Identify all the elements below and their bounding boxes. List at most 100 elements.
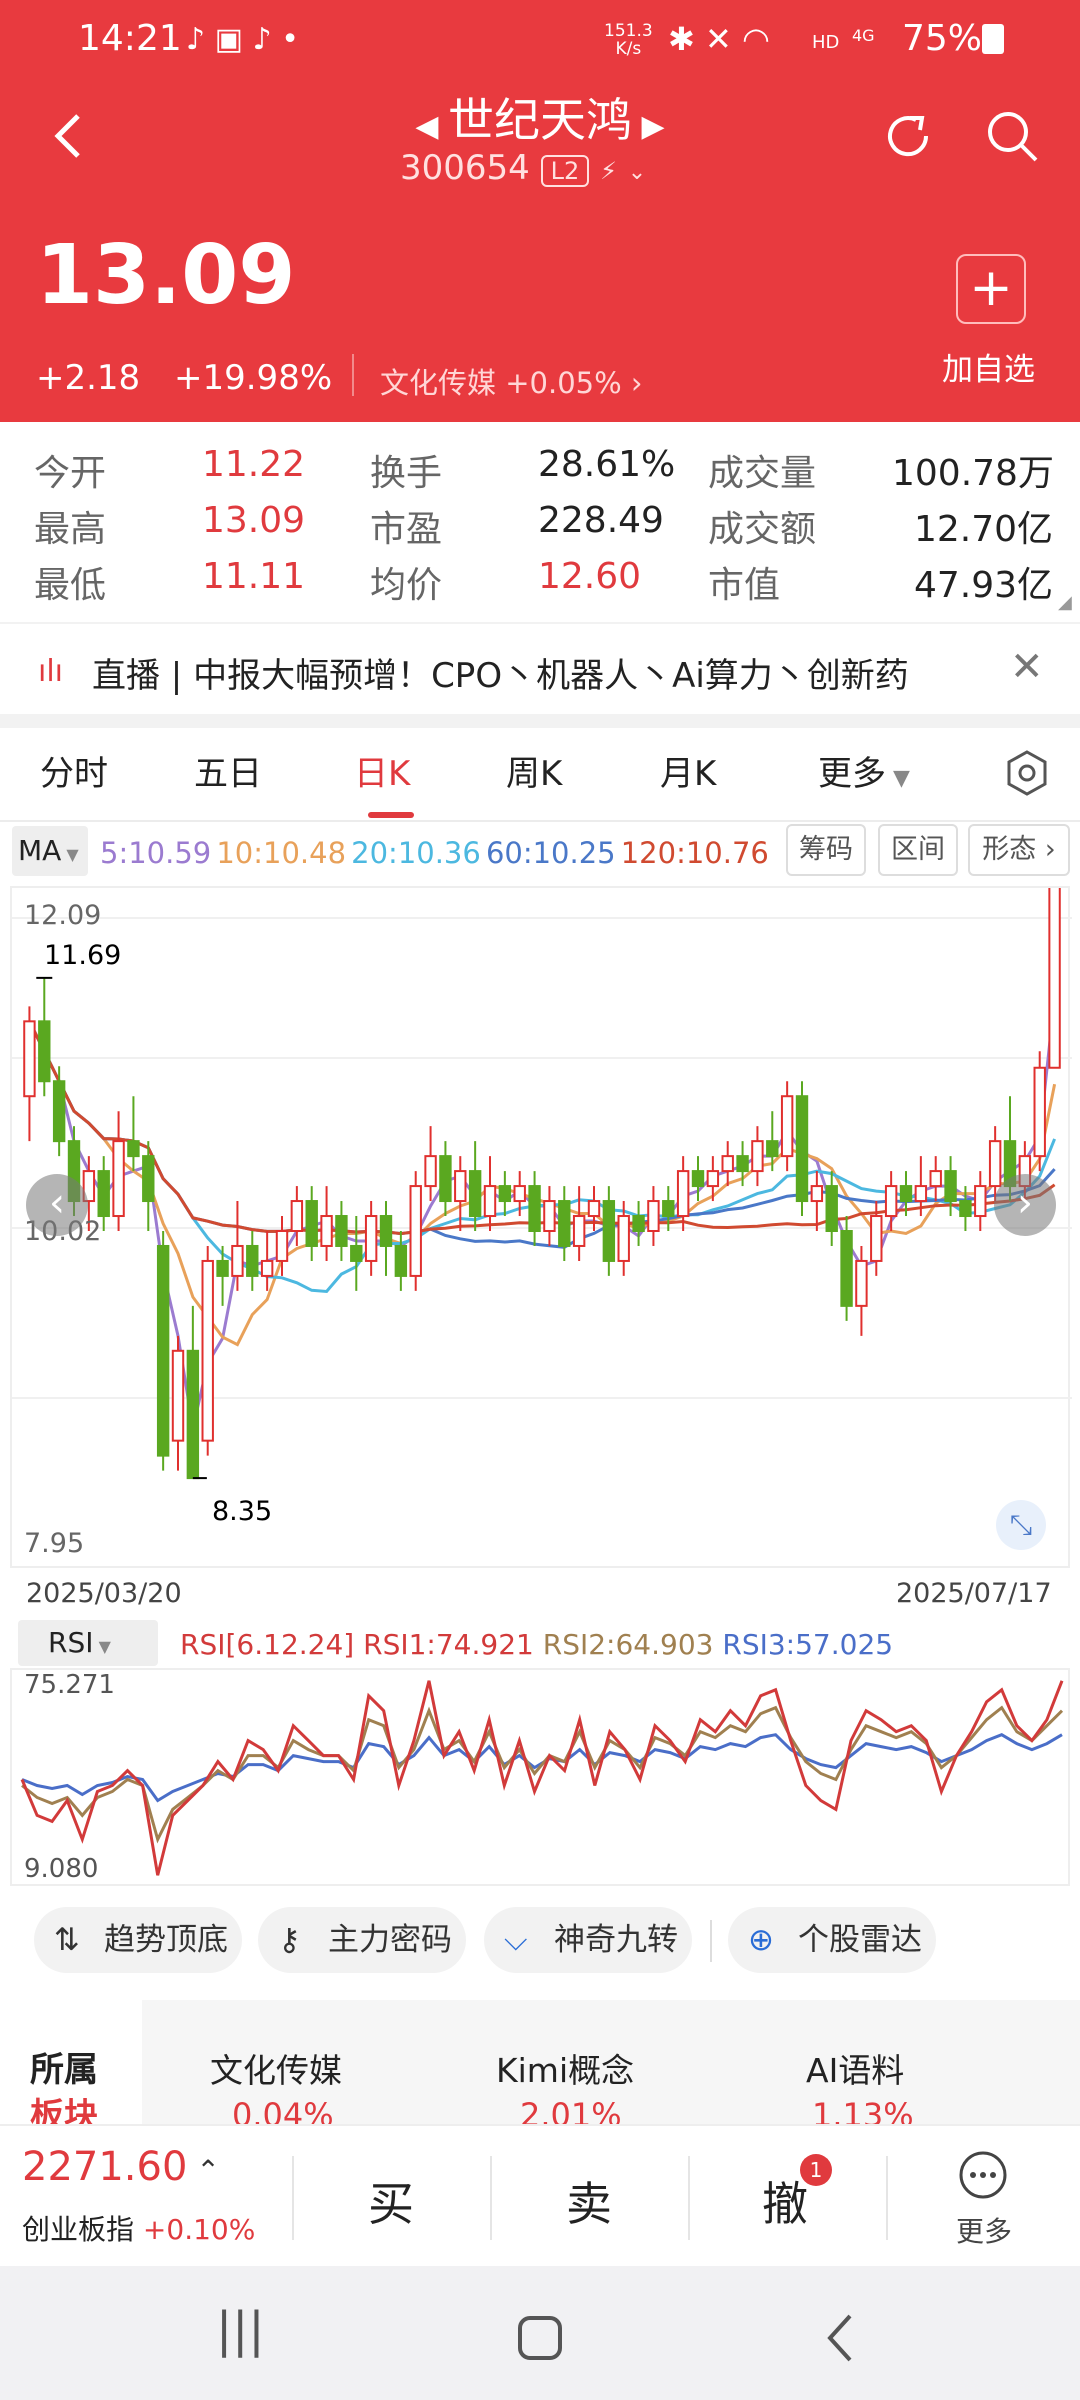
- sector-item-name[interactable]: 文化传媒: [210, 2044, 342, 2092]
- date-end: 2025/07/17: [896, 1578, 1052, 1609]
- candle: [320, 1186, 333, 1261]
- divider: [490, 2156, 492, 2240]
- mktcap-label: 市值: [708, 565, 781, 606]
- low-mark-label: 8.35: [212, 1496, 273, 1527]
- range-button[interactable]: 区间: [878, 824, 958, 876]
- kline-chart[interactable]: 12.09 10.02 7.95 11.69 8.35 ‹ › ⤡: [10, 767, 1072, 1568]
- candle: [305, 1186, 318, 1261]
- live-text: 直播 | 中报大幅预增！CPO丶机器人丶Ai算力丶创新药: [92, 656, 909, 696]
- avg-value: 12.60: [538, 556, 642, 597]
- sell-button[interactable]: 卖: [566, 2168, 612, 2234]
- candle: [840, 1216, 853, 1321]
- home-icon[interactable]: [518, 2316, 562, 2360]
- more-label[interactable]: 更多: [956, 2210, 1012, 2250]
- nine-turn-icon: ⌵: [504, 1922, 528, 1958]
- tab-daily-k[interactable]: 日K: [354, 746, 410, 795]
- candle: [439, 1141, 452, 1217]
- tab-monthly-k[interactable]: 月K: [660, 746, 716, 795]
- candle: [498, 1171, 512, 1217]
- candle: [112, 1111, 125, 1231]
- key-icon: ⚷: [278, 1922, 301, 1958]
- candle: [662, 1186, 675, 1231]
- stock-code: 300654: [400, 148, 530, 188]
- prev-page-icon[interactable]: ‹: [26, 1174, 88, 1236]
- tab-5day[interactable]: 五日: [194, 746, 262, 795]
- date-start: 2025/03/20: [26, 1578, 182, 1609]
- ma-line-1: [28, 1020, 1057, 1347]
- rsi-select[interactable]: RSI ▼: [18, 1620, 158, 1666]
- magic-nine-button[interactable]: ⌵ 神奇九转: [484, 1907, 692, 1973]
- recents-icon[interactable]: |||: [216, 2302, 265, 2358]
- volume-label: 成交量: [708, 453, 817, 494]
- high-value: 13.09: [202, 500, 306, 541]
- prev-stock-icon[interactable]: ◀: [415, 109, 448, 144]
- chevron-down-icon[interactable]: ⌄: [628, 160, 646, 185]
- add-watchlist-button[interactable]: +: [956, 254, 1026, 324]
- live-banner[interactable]: ılı 直播 | 中报大幅预增！CPO丶机器人丶Ai算力丶创新药 ✕: [0, 622, 1080, 714]
- candle: [780, 1081, 794, 1172]
- trend-top-bottom-button[interactable]: ⇅ 趋势顶底: [34, 1907, 242, 1973]
- y-axis-min: 7.95: [24, 1528, 85, 1559]
- candle: [632, 1201, 645, 1246]
- next-page-icon[interactable]: ›: [994, 1174, 1056, 1236]
- back-nav-icon[interactable]: [820, 2310, 860, 2366]
- sector-strip: 所属 板块 文化传媒 0.04% Kimi概念 2.01% AI语料 1.13%: [0, 2000, 1080, 2136]
- rsi-chart: 75.271 9.080: [10, 1668, 1070, 1886]
- candle: [543, 1186, 556, 1246]
- candle: [766, 1111, 779, 1172]
- settings-icon[interactable]: [1002, 748, 1052, 798]
- candle: [825, 1171, 838, 1246]
- sector-item-name[interactable]: AI语料: [806, 2044, 904, 2092]
- index-value[interactable]: 2271.60 ⌃: [22, 2144, 220, 2190]
- chips-button[interactable]: 筹码: [786, 824, 866, 876]
- divider: [710, 1920, 712, 1962]
- rsi2-value: RSI2:64.903: [542, 1628, 714, 1661]
- next-stock-icon[interactable]: ▶: [632, 109, 665, 144]
- sector-item-name[interactable]: Kimi概念: [496, 2044, 634, 2092]
- add-watchlist-label[interactable]: 加自选: [942, 344, 1035, 389]
- candle: [379, 1201, 393, 1276]
- candle: [572, 1186, 586, 1261]
- divider: [688, 2156, 690, 2240]
- ma-select[interactable]: MA ▼: [12, 826, 88, 876]
- more-icon[interactable]: [956, 2148, 1010, 2202]
- candle: [246, 1230, 259, 1291]
- fullscreen-icon[interactable]: ⤡: [996, 1500, 1046, 1550]
- candle: [676, 1156, 690, 1231]
- cancel-badge: 1: [800, 2154, 832, 2186]
- candle: [929, 1156, 942, 1202]
- divider: [886, 2156, 888, 2240]
- tab-indicator: [368, 812, 414, 818]
- low-value: 11.11: [202, 556, 306, 597]
- expand-corner-icon[interactable]: ◢: [1058, 592, 1072, 613]
- rsi3-line: [21, 1733, 1063, 1803]
- tab-weekly-k[interactable]: 周K: [506, 746, 562, 795]
- divider: [292, 2156, 294, 2240]
- tab-more[interactable]: 更多 ▼: [818, 746, 910, 795]
- candle: [335, 1201, 348, 1261]
- battery-icon: [982, 24, 1004, 54]
- ma20-value: 20:10.36: [351, 836, 481, 870]
- divider: [352, 354, 354, 396]
- price-change-pct: +19.98%: [174, 358, 333, 398]
- candle: [528, 1171, 541, 1246]
- buy-button[interactable]: 买: [368, 2168, 414, 2234]
- open-label: 今开: [34, 453, 107, 494]
- refresh-icon[interactable]: [880, 108, 936, 164]
- sector-link[interactable]: 文化传媒 +0.05% ›: [380, 360, 643, 402]
- price-change: +2.18: [36, 358, 141, 398]
- main-force-button[interactable]: ⚷ 主力密码: [258, 1907, 466, 1973]
- ma120-value: 120:10.76: [620, 836, 769, 870]
- search-icon[interactable]: [984, 108, 1040, 164]
- candle: [424, 1126, 437, 1202]
- current-price: 13.09: [36, 228, 296, 323]
- tab-intraday[interactable]: 分时: [40, 746, 108, 795]
- close-icon[interactable]: ✕: [1010, 644, 1044, 690]
- pattern-button[interactable]: 形态 ›: [968, 824, 1070, 876]
- y-axis-max: 12.09: [24, 900, 102, 931]
- candle: [23, 1006, 36, 1142]
- rsi-y-min: 9.080: [24, 1854, 99, 1884]
- stock-radar-button[interactable]: ⊕ 个股雷达: [728, 1907, 936, 1973]
- candle: [691, 1156, 705, 1202]
- candle: [127, 1096, 140, 1172]
